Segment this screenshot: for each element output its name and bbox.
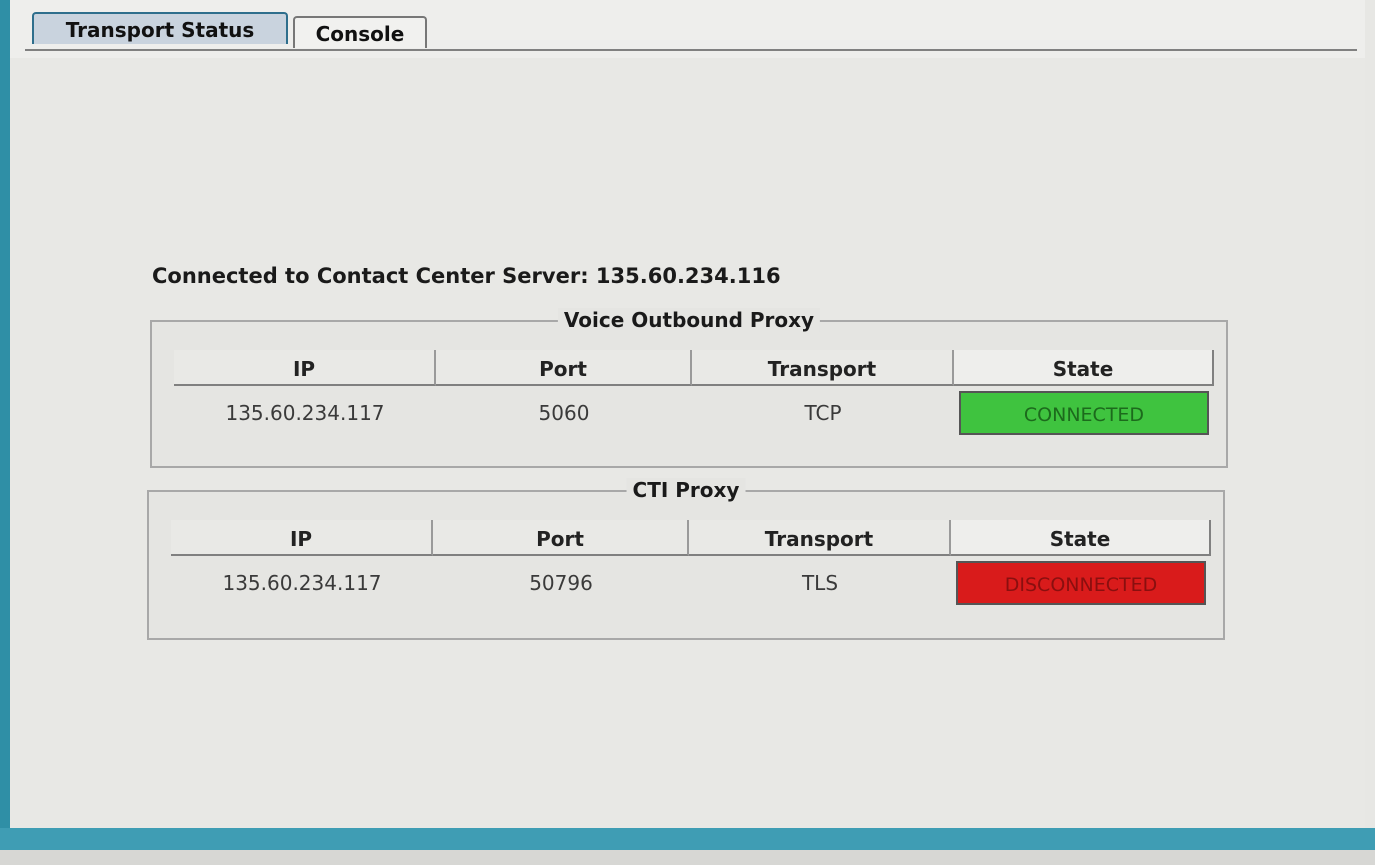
voice-proxy-port: 5060 [538,401,590,425]
table-row[interactable]: 135.60.234.117 50796 TLS DISCONNECTED [171,556,1211,610]
cti-proxy-transport: TLS [801,571,839,595]
voice-outbound-proxy-panel: Voice Outbound Proxy IP Port Transport S… [150,308,1228,468]
column-header-transport[interactable]: Transport [689,520,951,556]
column-header-ip[interactable]: IP [171,520,433,556]
column-header-state[interactable]: State [954,350,1214,386]
voice-proxy-header-row: IP Port Transport State [174,350,1214,386]
column-header-port[interactable]: Port [436,350,692,386]
voice-proxy-state-cell: CONNECTED [954,386,1214,440]
voice-proxy-transport: TCP [804,401,842,425]
window-bottom-bar [0,828,1375,850]
window-bottom-strip [0,850,1375,865]
cti-proxy-port: 50796 [529,571,593,595]
tab-console[interactable]: Console [293,16,427,48]
column-header-port[interactable]: Port [433,520,689,556]
tab-strip: Transport Status Console [10,0,1365,58]
column-header-transport[interactable]: Transport [692,350,954,386]
cti-proxy-state-cell: DISCONNECTED [951,556,1211,610]
transport-status-window: Transport Status Console Connected to Co… [0,0,1375,865]
cti-proxy-title: CTI Proxy [626,478,746,502]
tab-transport-status[interactable]: Transport Status [32,12,288,44]
cti-proxy-ip: 135.60.234.117 [222,571,382,595]
column-header-ip[interactable]: IP [174,350,436,386]
window-left-frame [0,0,10,865]
server-connection-label: Connected to Contact Center Server: 135.… [152,264,781,288]
cti-proxy-header-row: IP Port Transport State [171,520,1211,556]
voice-outbound-proxy-title: Voice Outbound Proxy [557,308,821,332]
status-badge-connected: CONNECTED [959,391,1209,435]
voice-proxy-ip: 135.60.234.117 [225,401,385,425]
status-badge-disconnected: DISCONNECTED [956,561,1206,605]
cti-proxy-table: IP Port Transport State 135.60.234.117 5… [171,520,1211,610]
table-row[interactable]: 135.60.234.117 5060 TCP CONNECTED [174,386,1214,440]
cti-proxy-panel: CTI Proxy IP Port Transport State 135.60… [147,478,1225,640]
voice-proxy-table: IP Port Transport State 135.60.234.117 5… [174,350,1214,440]
column-header-state[interactable]: State [951,520,1211,556]
tab-divider [25,49,1357,51]
